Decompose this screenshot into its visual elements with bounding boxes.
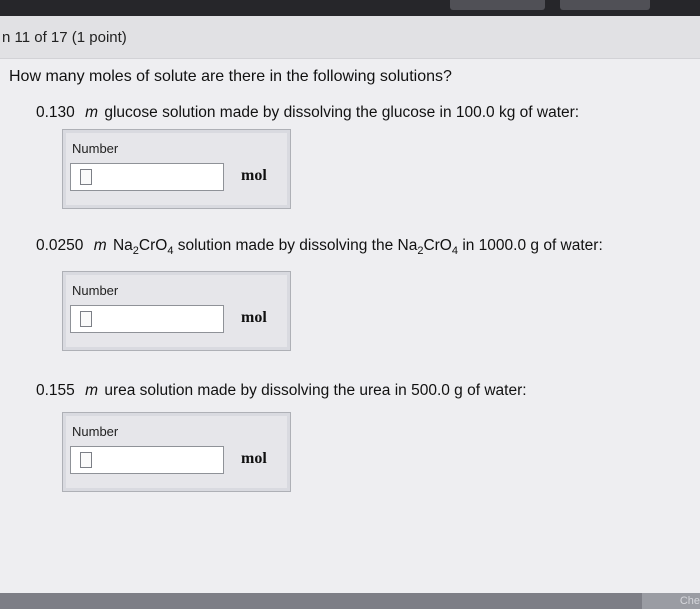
answer-input-1[interactable] (70, 163, 224, 191)
browser-tab[interactable] (560, 0, 650, 10)
answer-card-3: Number mol (62, 412, 291, 492)
molality-symbol: m (85, 382, 99, 399)
question-header: n 11 of 17 (1 point) (0, 16, 700, 59)
answer-input-3[interactable] (70, 446, 224, 474)
question-prompt: How many moles of solute are there in th… (9, 68, 452, 85)
concentration-value: 0.0250 (36, 237, 84, 254)
chemical-formula: Na2CrO4 (112, 237, 174, 258)
mol-unit-label: mol (241, 309, 267, 326)
problem-text: solution made by dissolving the (177, 237, 394, 254)
problem-text: in 1000.0 g of water: (462, 237, 603, 254)
question-page: n 11 of 17 (1 point) How many moles of s… (0, 16, 700, 593)
chemical-formula: Na2CrO4 (397, 237, 459, 258)
answer-card-2: Number mol (62, 271, 291, 351)
concentration-value: 0.130 (36, 104, 75, 121)
number-label: Number (72, 424, 119, 439)
molality-symbol: m (85, 104, 99, 121)
question-number-title: n 11 of 17 (1 point) (2, 29, 127, 46)
check-button-label: Che (679, 595, 700, 607)
problem-3-statement: 0.155 m urea solution made by dissolving… (36, 382, 527, 400)
check-button[interactable]: Che (642, 593, 700, 609)
input-cursor-box (80, 311, 92, 327)
answer-input-2[interactable] (70, 305, 224, 333)
number-label: Number (72, 141, 119, 156)
number-label: Number (72, 283, 119, 298)
input-cursor-box (80, 452, 92, 468)
browser-top-bar (0, 0, 700, 16)
concentration-value: 0.155 (36, 382, 75, 399)
answer-card-1: Number mol (62, 129, 291, 209)
molality-symbol: m (93, 237, 107, 254)
problem-text: urea solution made by dissolving the ure… (104, 382, 527, 399)
input-cursor-box (80, 169, 92, 185)
mol-unit-label: mol (241, 167, 267, 184)
browser-tab[interactable] (450, 0, 545, 10)
mol-unit-label: mol (241, 450, 267, 467)
bottom-toolbar: Che (0, 593, 700, 609)
problem-text: glucose solution made by dissolving the … (104, 104, 580, 121)
problem-1-statement: 0.130 m glucose solution made by dissolv… (36, 104, 579, 122)
problem-2-statement: 0.0250 m Na2CrO4 solution made by dissol… (36, 237, 603, 257)
